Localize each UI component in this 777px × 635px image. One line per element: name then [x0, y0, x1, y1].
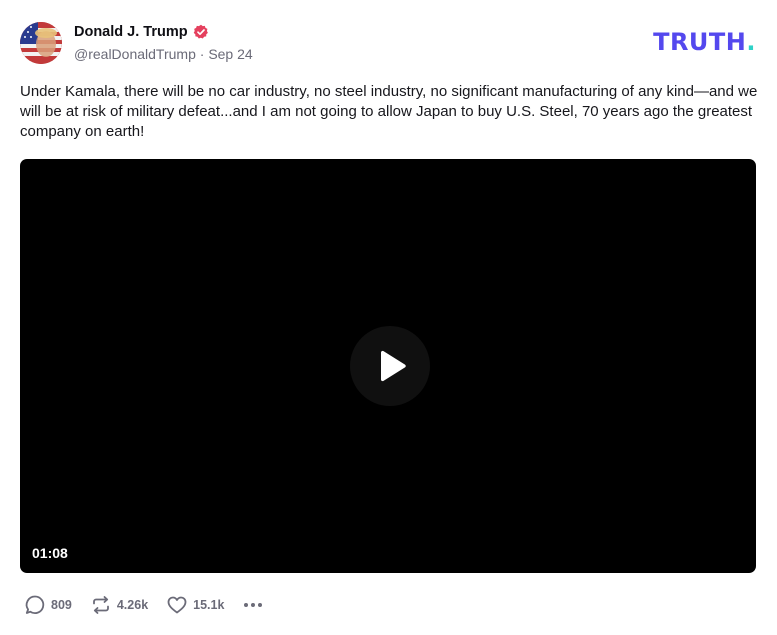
reply-icon	[25, 595, 45, 614]
reply-count: 809	[51, 598, 72, 612]
reply-button[interactable]: 809	[24, 594, 72, 616]
handle-row: @realDonaldTrump · Sep 24	[74, 46, 253, 62]
play-button[interactable]	[350, 326, 430, 406]
like-button[interactable]: 15.1k	[166, 594, 224, 616]
action-bar: 809 4.26k 15.1k	[24, 594, 264, 616]
retruth-count: 4.26k	[116, 598, 149, 612]
more-button[interactable]	[242, 594, 264, 616]
verified-badge-icon	[193, 24, 209, 40]
post-text: Under Kamala, there will be no car indus…	[20, 83, 758, 140]
retruth-icon	[92, 596, 109, 614]
author-block: Donald J. Trump @realDonaldTrump · Sep 2…	[74, 22, 253, 62]
truth-logo: TRUTH.	[653, 28, 756, 56]
handle[interactable]: @realDonaldTrump	[74, 46, 196, 62]
truth-logo-dot: .	[746, 28, 756, 56]
display-name[interactable]: Donald J. Trump	[74, 24, 188, 40]
more-icon	[244, 603, 263, 607]
truth-logo-text: TRUTH	[653, 28, 747, 56]
video-duration: 01:08	[32, 545, 68, 561]
truth-social-post: Donald J. Trump @realDonaldTrump · Sep 2…	[0, 0, 777, 635]
retruth-button[interactable]: 4.26k	[90, 594, 148, 616]
heart-icon	[167, 596, 187, 614]
video-player[interactable]: 01:08	[20, 159, 756, 573]
play-icon	[381, 350, 406, 382]
meta-separator: ·	[195, 46, 209, 62]
name-row: Donald J. Trump	[74, 22, 253, 42]
avatar-image	[20, 22, 62, 64]
avatar[interactable]	[20, 22, 62, 64]
post-date[interactable]: Sep 24	[208, 46, 252, 62]
like-count: 15.1k	[193, 598, 225, 612]
